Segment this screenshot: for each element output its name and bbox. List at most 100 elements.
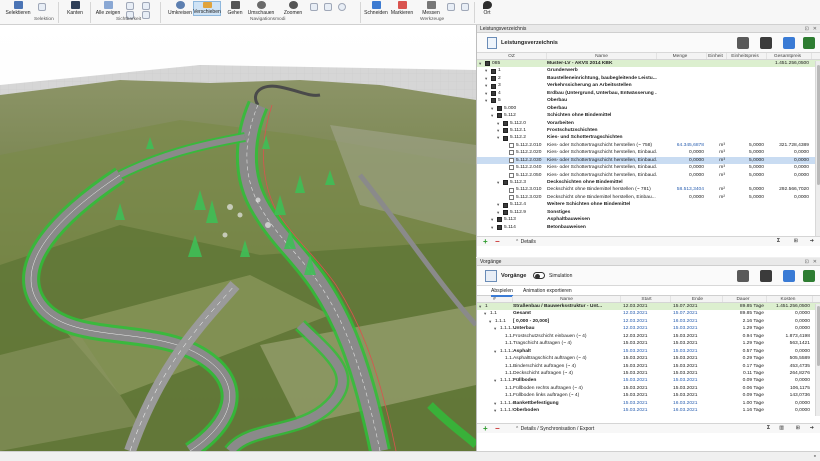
sum-icon[interactable]: Σ — [777, 238, 780, 244]
filter-icon[interactable] — [760, 37, 772, 49]
vg-row[interactable]: ▾ 1.1 Gesamt 12.03.2021 15.07.2021 89.85 Tage… — [477, 310, 820, 317]
vg-row[interactable]: ▾ 1.1.1[ 0,000 - 20,000] 12.03.2021 16.03.2… — [477, 318, 820, 325]
wrench-icon[interactable] — [737, 270, 749, 282]
search-lv-icon[interactable] — [783, 37, 795, 49]
checkbox[interactable] — [509, 172, 514, 178]
expand-icon[interactable]: ▾ — [497, 179, 501, 185]
edges-button[interactable]: Kanten — [64, 1, 86, 16]
col-ende[interactable]: Ende — [671, 296, 723, 302]
3d-viewport[interactable] — [0, 25, 476, 451]
walk-button[interactable]: Gehen — [225, 1, 245, 16]
wrench-icon[interactable] — [737, 37, 749, 49]
lv-row[interactable]: 5.112.3.020 Deckschicht ohne Bindemittel … — [477, 194, 820, 201]
add-icon[interactable]: + — [483, 424, 488, 433]
lv-row[interactable]: ▾ 5.114 Betonbauweisen — [477, 224, 820, 231]
paint-icon[interactable] — [447, 3, 455, 11]
visibility-option-icon[interactable] — [142, 11, 150, 19]
look-around-button[interactable]: Umschauen — [248, 1, 274, 16]
col-einheit[interactable]: Einheit — [707, 53, 727, 59]
expand-icon[interactable]: ▾ — [494, 348, 498, 354]
details-toggle[interactable]: ⌃ Details / Synchronisation / Export — [515, 426, 594, 432]
measure-button[interactable]: Messen — [421, 1, 441, 16]
col-gesamtpreis[interactable]: Gesamtpreis — [767, 53, 812, 59]
simulation-toggle[interactable] — [533, 272, 545, 279]
lv-row[interactable]: ▾ 3 Verkehrssicherung an Arbeitsstellen — [477, 82, 820, 89]
expand-icon[interactable]: ▾ — [491, 105, 495, 111]
checkbox[interactable] — [509, 143, 514, 149]
expand-icon[interactable]: ▾ — [485, 75, 489, 81]
lv-row[interactable]: ▾ 5.000 Oberbau — [477, 105, 820, 112]
lv-row[interactable]: ▾ 5.112.0 Vorarbeiten — [477, 120, 820, 127]
tree-icon[interactable]: ⊞ — [794, 238, 798, 244]
expand-icon[interactable]: ▾ — [497, 120, 501, 126]
checkbox[interactable] — [509, 195, 514, 201]
cut-button[interactable]: Schneiden — [364, 1, 388, 16]
vg-scrollbar[interactable] — [815, 304, 820, 416]
expand-icon[interactable]: ▾ — [489, 318, 493, 324]
export-icon[interactable]: ➔ — [810, 425, 814, 431]
col-name[interactable]: Name — [513, 296, 621, 302]
close-icon[interactable]: ✕ — [813, 25, 817, 33]
vg-row[interactable]: 1.1...Binderschicht auftragen (~ 4) 15.03… — [477, 363, 820, 370]
vg-row[interactable]: 1.1...Füllboden links auftragen (~ 4) 15.… — [477, 392, 820, 399]
vg-row[interactable]: ▾1.1.1.1Unterbau 12.03.2021 15.03.2021 1.29… — [477, 325, 820, 332]
view-home-icon[interactable] — [338, 3, 346, 11]
lv-row[interactable]: 5.112.2.010 Kies- oder Schottertragschich… — [477, 142, 820, 149]
lv-row[interactable]: ▾ 5.112.1 Frostschutzschichten — [477, 127, 820, 134]
pan-button[interactable]: Verschieben — [193, 1, 221, 16]
expand-icon[interactable]: ▾ — [491, 224, 495, 230]
expand-icon[interactable]: ▾ — [491, 112, 495, 118]
expand-icon[interactable]: ▾ — [484, 310, 488, 316]
col-nr[interactable]: # — [477, 296, 513, 302]
checkbox[interactable] — [509, 187, 514, 193]
lv-row[interactable]: ▾ 4 Erdbau (Untergrund, Unterbau, Entwässe… — [477, 90, 820, 97]
vg-row[interactable]: 1.1...Deckschicht auftragen (~ 4) 15.03.2… — [477, 370, 820, 377]
lv-row[interactable]: ▾ 5.112.2 Kies- und Schottertragschichten — [477, 134, 820, 141]
lv-row[interactable]: ▾ 5 Oberbau — [477, 97, 820, 104]
col-start[interactable]: Start — [621, 296, 671, 302]
lv-row[interactable]: 5.112.2.020 Kies- oder Schottertragschich… — [477, 149, 820, 156]
vg-row[interactable]: ▾1.1.1.2Asphalt 15.03.2021 15.03.2021 0.57 … — [477, 348, 820, 355]
orbit-button[interactable]: Umkreisen — [168, 1, 192, 16]
visibility-option-icon[interactable] — [126, 2, 134, 10]
lv-row[interactable]: ▾ 085 Muster-LV - AKVS 2014 KBK 1.451.256,0… — [477, 60, 820, 68]
chat-icon[interactable]: ▫ — [814, 453, 816, 460]
lv-row[interactable]: ▾ 2 Baustelleneinrichtung, baubegleitende … — [477, 75, 820, 82]
lv-row[interactable]: ▾ 5.112.3 Deckschichten ohne Bindemittel — [477, 179, 820, 186]
visibility-option-icon[interactable] — [142, 2, 150, 10]
expand-icon[interactable]: ▾ — [497, 127, 501, 133]
mark-button[interactable]: Markieren — [391, 1, 413, 16]
vg-row[interactable]: 1.1...Frostschutzschicht einbauen (~ 4) 1… — [477, 333, 820, 340]
vg-scrollbar-thumb[interactable] — [816, 306, 820, 366]
lv-row[interactable]: 5.112.2.040 Kies- oder Schottertragschich… — [477, 164, 820, 171]
selection-option-icon[interactable] — [38, 3, 46, 11]
lv-row[interactable]: ▾ 5.113 Asphaltbauweisen — [477, 216, 820, 223]
expand-icon[interactable]: ▾ — [485, 97, 489, 103]
vg-row[interactable]: ▾1.1.1.3Füllboden 15.03.2021 15.03.2021 0.0… — [477, 377, 820, 384]
expand-icon[interactable]: ▾ — [497, 201, 501, 207]
expand-icon[interactable]: ▾ — [491, 216, 495, 222]
expand-icon[interactable]: ▾ — [494, 325, 498, 331]
expand-icon[interactable]: ▾ — [497, 209, 501, 215]
vg-row[interactable]: ▾ 1 Straßenbau / Bauwerksstruktur - Unt...… — [477, 303, 820, 311]
expand-icon[interactable]: ▾ — [479, 60, 483, 66]
location-button[interactable]: Ort — [480, 1, 494, 16]
lv-row[interactable]: 5.112.2.030 Kies- oder Schottertragschich… — [477, 156, 820, 165]
view-cube-icon[interactable] — [310, 3, 318, 11]
lv-row[interactable]: ▾ 5.112.9 Sonstiges — [477, 209, 820, 216]
vg-row[interactable]: ▾1.1.1.5Oberboden 15.03.2021 16.03.2021 1.1… — [477, 407, 820, 414]
select-button[interactable]: Selektieren — [4, 1, 32, 16]
vg-row[interactable]: ▾1.1.1.4Bankettbefestigung 15.03.2021 16.0… — [477, 400, 820, 407]
close-icon[interactable]: ✕ — [813, 258, 817, 266]
expand-icon[interactable]: ▾ — [494, 377, 498, 383]
view-top-icon[interactable] — [324, 3, 332, 11]
lv-row[interactable]: 5.112.2.050 Kies- oder Schottertragschich… — [477, 172, 820, 179]
col-einheitspreis[interactable]: Einheitspreis — [727, 53, 767, 59]
columns-icon[interactable]: ▥ — [779, 425, 784, 431]
pin-icon[interactable]: ⊡ — [805, 258, 809, 266]
vg-row[interactable]: 1.1...Tragschicht auftragen (~ 4) 15.03.2… — [477, 340, 820, 347]
lv-scrollbar-thumb[interactable] — [816, 65, 820, 185]
col-dauer[interactable]: Dauer — [723, 296, 767, 302]
remove-icon[interactable]: − — [495, 424, 500, 433]
col-name[interactable]: Name — [547, 53, 657, 59]
